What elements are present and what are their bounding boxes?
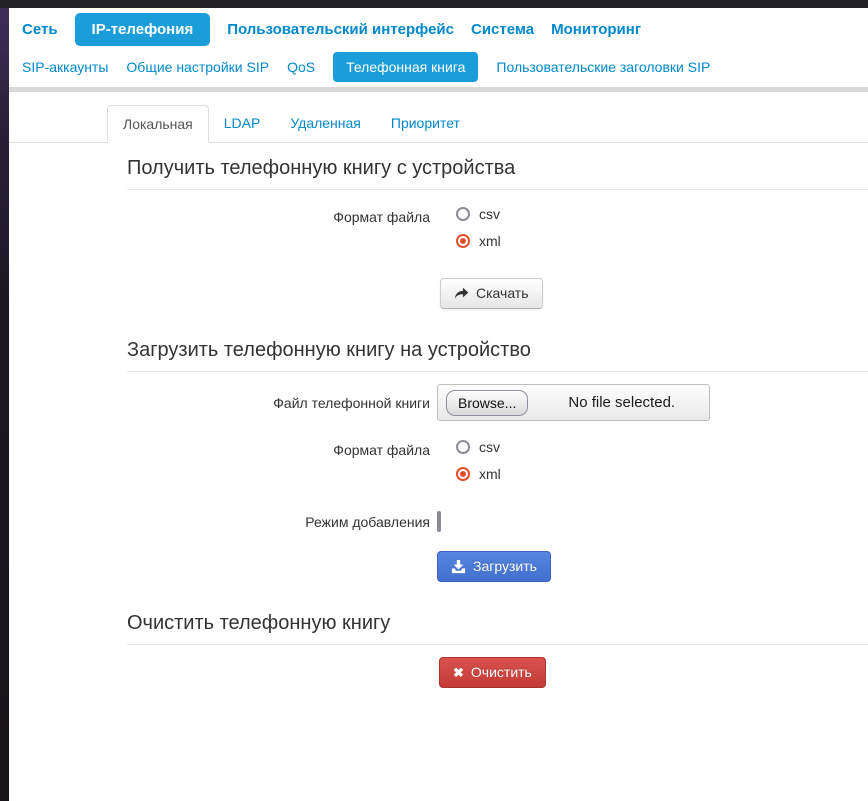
tab-ldap[interactable]: LDAP bbox=[209, 105, 276, 143]
upload-button-label: Загрузить bbox=[473, 558, 537, 574]
upload-button[interactable]: Загрузить bbox=[437, 551, 551, 582]
clear-button-label: Очистить bbox=[470, 664, 532, 680]
clear-button[interactable]: ✖ Очистить bbox=[439, 657, 546, 688]
section-upload: Загрузить телефонную книгу на устройство… bbox=[127, 339, 868, 582]
subnav-item-sip-headers[interactable]: Пользовательские заголовки SIP bbox=[496, 52, 710, 82]
download-button-label: Скачать bbox=[476, 285, 529, 301]
file-input-status: No file selected. bbox=[568, 394, 676, 411]
radio-option-label: csv bbox=[479, 439, 500, 455]
nav-item-system[interactable]: Система bbox=[471, 13, 534, 46]
download-format-option-csv[interactable]: csv bbox=[456, 206, 501, 222]
clear-button-row: ✖ Очистить bbox=[127, 657, 868, 688]
section-upload-title: Загрузить телефонную книгу на устройство bbox=[127, 339, 868, 372]
radio-checked-icon[interactable] bbox=[456, 467, 470, 481]
nav-item-network[interactable]: Сеть bbox=[22, 13, 58, 46]
radio-option-label: xml bbox=[479, 233, 501, 249]
share-arrow-icon bbox=[454, 287, 469, 300]
radio-unchecked-icon[interactable] bbox=[456, 440, 470, 454]
upload-format-label: Формат файла bbox=[333, 442, 430, 458]
download-button[interactable]: Скачать bbox=[440, 278, 543, 309]
browser-viewport: Сеть IP-телефония Пользовательский интер… bbox=[0, 0, 868, 801]
tab-remote[interactable]: Удаленная bbox=[275, 105, 376, 143]
upload-format-row: Формат файла csv xml bbox=[127, 439, 868, 493]
nav-divider bbox=[9, 87, 868, 92]
upload-file-row: Файл телефонной книги Browse... No file … bbox=[127, 384, 868, 421]
x-mark-icon: ✖ bbox=[453, 665, 464, 680]
download-format-row: Формат файла csv xml bbox=[127, 206, 868, 260]
upload-file-label: Файл телефонной книги bbox=[273, 395, 430, 411]
download-button-row: Скачать bbox=[127, 278, 868, 309]
page: Сеть IP-телефония Пользовательский интер… bbox=[9, 0, 868, 688]
tab-content: Получить телефонную книгу с устройства Ф… bbox=[9, 157, 868, 688]
subnav-item-qos[interactable]: QoS bbox=[287, 52, 315, 82]
upload-button-row: Загрузить bbox=[127, 551, 868, 582]
nav-item-ip-telephony[interactable]: IP-телефония bbox=[74, 13, 211, 46]
sub-nav: SIP-аккаунты Общие настройки SIP QoS Тел… bbox=[9, 50, 868, 87]
nav-item-user-interface[interactable]: Пользовательский интерфейс bbox=[227, 13, 454, 46]
upload-format-option-xml[interactable]: xml bbox=[456, 466, 501, 482]
section-clear-title: Очистить телефонную книгу bbox=[127, 612, 868, 645]
download-format-options: csv xml bbox=[430, 206, 501, 260]
browse-button[interactable]: Browse... bbox=[446, 389, 529, 416]
append-mode-checkbox[interactable] bbox=[437, 511, 441, 532]
append-mode-label: Режим добавления bbox=[305, 514, 430, 530]
subnav-item-sip-common[interactable]: Общие настройки SIP bbox=[126, 52, 269, 82]
section-clear: Очистить телефонную книгу ✖ Очистить bbox=[127, 612, 868, 688]
upload-format-options: csv xml bbox=[430, 439, 501, 493]
download-format-label: Формат файла bbox=[333, 209, 430, 225]
download-format-option-xml[interactable]: xml bbox=[456, 233, 501, 249]
radio-checked-icon[interactable] bbox=[456, 234, 470, 248]
tab-priority[interactable]: Приоритет bbox=[376, 105, 475, 143]
subnav-item-sip-accounts[interactable]: SIP-аккаунты bbox=[22, 52, 108, 82]
download-tray-icon bbox=[451, 559, 466, 574]
section-download-title: Получить телефонную книгу с устройства bbox=[127, 157, 868, 190]
file-input[interactable]: Browse... No file selected. bbox=[437, 384, 710, 421]
window-left-edge bbox=[0, 0, 9, 801]
append-mode-row: Режим добавления bbox=[127, 511, 868, 532]
upload-format-option-csv[interactable]: csv bbox=[456, 439, 501, 455]
radio-unchecked-icon[interactable] bbox=[456, 207, 470, 221]
tab-local[interactable]: Локальная bbox=[107, 105, 209, 143]
radio-option-label: xml bbox=[479, 466, 501, 482]
phonebook-tabs: Локальная LDAP Удаленная Приоритет bbox=[9, 105, 868, 143]
section-download: Получить телефонную книгу с устройства Ф… bbox=[127, 157, 868, 309]
window-top-edge bbox=[0, 0, 868, 8]
nav-item-monitoring[interactable]: Мониторинг bbox=[551, 13, 641, 46]
radio-option-label: csv bbox=[479, 206, 500, 222]
subnav-item-phonebook[interactable]: Телефонная книга bbox=[333, 52, 479, 82]
main-nav: Сеть IP-телефония Пользовательский интер… bbox=[9, 8, 868, 50]
